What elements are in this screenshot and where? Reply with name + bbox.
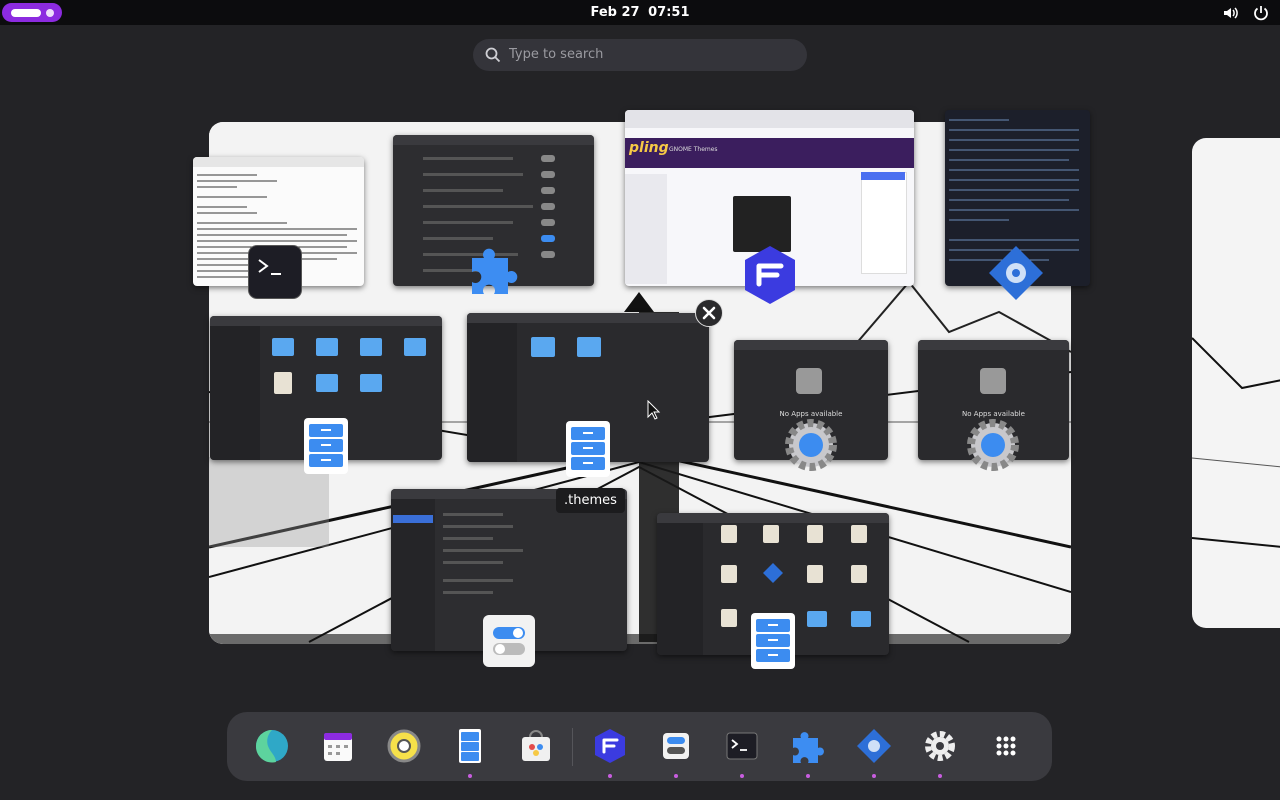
tweaks-icon[interactable]: [655, 725, 697, 767]
gear-icon: [962, 414, 1024, 476]
terminal-icon: [249, 246, 301, 298]
clock[interactable]: Feb 27 07:51: [0, 5, 1280, 20]
files-icon: [751, 613, 795, 669]
time-label: 07:51: [648, 5, 690, 20]
software-icon[interactable]: [515, 725, 557, 767]
gear-icon: [985, 242, 1047, 304]
gear-script-icon[interactable]: [853, 725, 895, 767]
files-icon[interactable]: [449, 725, 491, 767]
sidebar-panel: [861, 172, 907, 274]
window-title-tooltip: .themes: [556, 488, 625, 513]
running-indicator: [468, 774, 472, 778]
files-icon: [566, 421, 610, 477]
running-indicator: [806, 774, 810, 778]
running-indicator: [608, 774, 612, 778]
app-grid-icon[interactable]: [985, 725, 1027, 767]
next-workspace-thumbnail[interactable]: [1192, 138, 1280, 628]
close-icon: [702, 306, 716, 320]
mouse-cursor-icon: [647, 400, 661, 420]
close-window-button[interactable]: [695, 299, 723, 327]
dock: [227, 712, 1052, 781]
running-indicator: [674, 774, 678, 778]
running-indicator: [938, 774, 942, 778]
settings-icon[interactable]: [919, 725, 961, 767]
browser-icon[interactable]: [251, 725, 293, 767]
puzzle-icon: [464, 240, 524, 300]
running-indicator: [872, 774, 876, 778]
volume-icon[interactable]: [1222, 4, 1240, 22]
wallpaper-next: [1192, 337, 1280, 548]
flatseal-icon[interactable]: [589, 725, 631, 767]
date-label: Feb 27: [590, 5, 640, 20]
flathub-icon: [739, 244, 801, 306]
running-indicator: [740, 774, 744, 778]
browser-heading: GNOME Themes: [669, 146, 718, 153]
search-entry[interactable]: Type to search: [473, 39, 807, 71]
search-icon: [485, 47, 501, 63]
music-icon[interactable]: [383, 725, 425, 767]
calendar-icon[interactable]: [317, 725, 359, 767]
gear-icon: [780, 414, 842, 476]
terminal-icon[interactable]: [721, 725, 763, 767]
search-placeholder: Type to search: [509, 47, 604, 62]
top-bar: Feb 27 07:51: [0, 0, 1280, 25]
tweaks-icon: [483, 615, 535, 667]
extensions-icon[interactable]: [787, 725, 829, 767]
files-icon: [304, 418, 348, 474]
dock-separator: [572, 728, 573, 766]
power-icon[interactable]: [1252, 4, 1270, 22]
pling-logo: pling: [629, 140, 669, 156]
